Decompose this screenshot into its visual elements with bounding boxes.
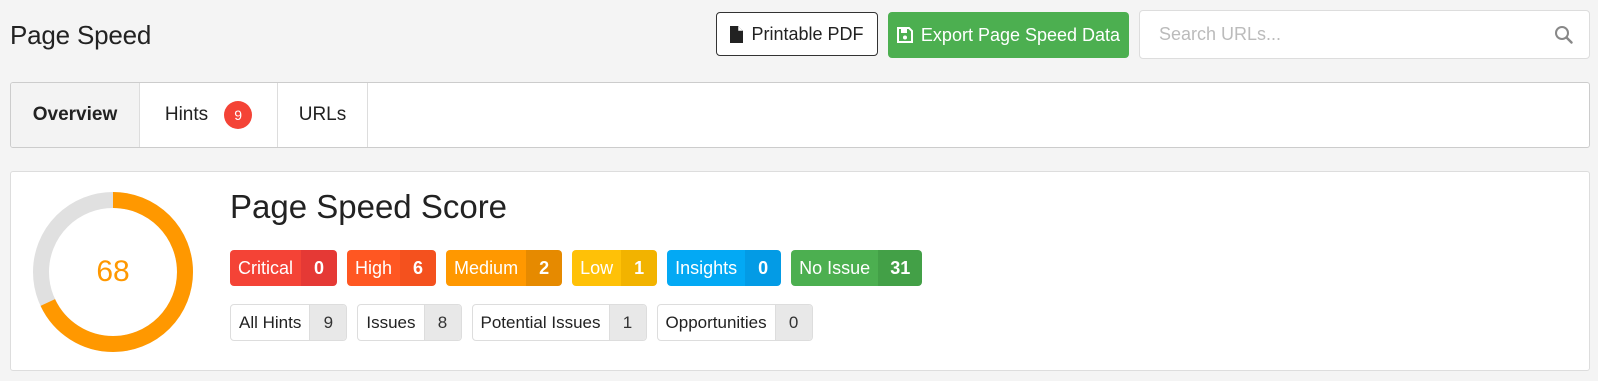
category-potential-issues[interactable]: Potential Issues 1 — [471, 304, 647, 341]
severity-count: 0 — [745, 250, 782, 286]
category-count: 8 — [423, 305, 461, 340]
search-input[interactable] — [1140, 11, 1540, 58]
severity-label: Medium — [446, 250, 527, 286]
hints-count-badge: 9 — [224, 101, 253, 129]
category-all-hints[interactable]: All Hints 9 — [230, 304, 348, 341]
category-count: 0 — [774, 305, 812, 340]
severity-critical[interactable]: Critical 0 — [230, 250, 338, 286]
printable-pdf-label: Printable PDF — [751, 23, 864, 44]
file-icon — [730, 25, 744, 43]
score-title: Page Speed Score — [230, 188, 508, 225]
category-count: 9 — [309, 305, 347, 340]
search-icon[interactable] — [1554, 25, 1573, 44]
category-label: Potential Issues — [480, 312, 601, 332]
tab-overview[interactable]: Overview — [11, 83, 140, 147]
tab-hints-label: Hints — [164, 104, 209, 125]
tab-bar: Overview Hints 9 URLs — [10, 82, 1590, 148]
export-page-speed-data-label: Export Page Speed Data — [920, 24, 1121, 45]
severity-label: Critical — [230, 250, 302, 286]
tab-hints[interactable]: Hints 9 — [140, 83, 278, 147]
tab-urls-label: URLs — [298, 104, 347, 125]
hint-category-filters: All Hints 9 Issues 8 Potential Issues 1 … — [230, 304, 813, 341]
category-label: Opportunities — [665, 312, 767, 332]
category-label: All Hints — [239, 312, 302, 332]
severity-count: 1 — [621, 250, 658, 286]
category-issues[interactable]: Issues 8 — [357, 304, 462, 341]
severity-count: 2 — [526, 250, 563, 286]
severity-low[interactable]: Low 1 — [572, 250, 658, 286]
tab-urls[interactable]: URLs — [278, 83, 368, 147]
score-value: 68 — [96, 255, 130, 288]
severity-medium[interactable]: Medium 2 — [446, 250, 563, 286]
severity-no-issue[interactable]: No Issue 31 — [791, 250, 923, 286]
search-box — [1139, 10, 1590, 59]
category-label: Issues — [366, 312, 416, 332]
severity-count: 6 — [400, 250, 437, 286]
page-speed-score-panel: 68 Page Speed Score Critical 0 High 6 Me… — [10, 171, 1590, 371]
severity-insights[interactable]: Insights 0 — [667, 250, 782, 286]
category-count: 1 — [608, 305, 646, 340]
severity-label: Low — [572, 250, 622, 286]
severity-label: No Issue — [791, 250, 879, 286]
page-title: Page Speed — [10, 20, 152, 50]
severity-label: Insights — [667, 250, 746, 286]
severity-filters: Critical 0 High 6 Medium 2 Low 1 Insight… — [230, 250, 923, 286]
export-page-speed-data-button[interactable]: Export Page Speed Data — [888, 12, 1129, 58]
printable-pdf-button[interactable]: Printable PDF — [716, 12, 878, 56]
severity-label: High — [347, 250, 401, 286]
severity-count: 31 — [878, 250, 923, 286]
floppy-disk-icon — [896, 27, 913, 43]
category-opportunities[interactable]: Opportunities 0 — [656, 304, 813, 341]
severity-count: 0 — [301, 250, 338, 286]
severity-high[interactable]: High 6 — [347, 250, 437, 286]
tab-overview-label: Overview — [32, 104, 118, 125]
